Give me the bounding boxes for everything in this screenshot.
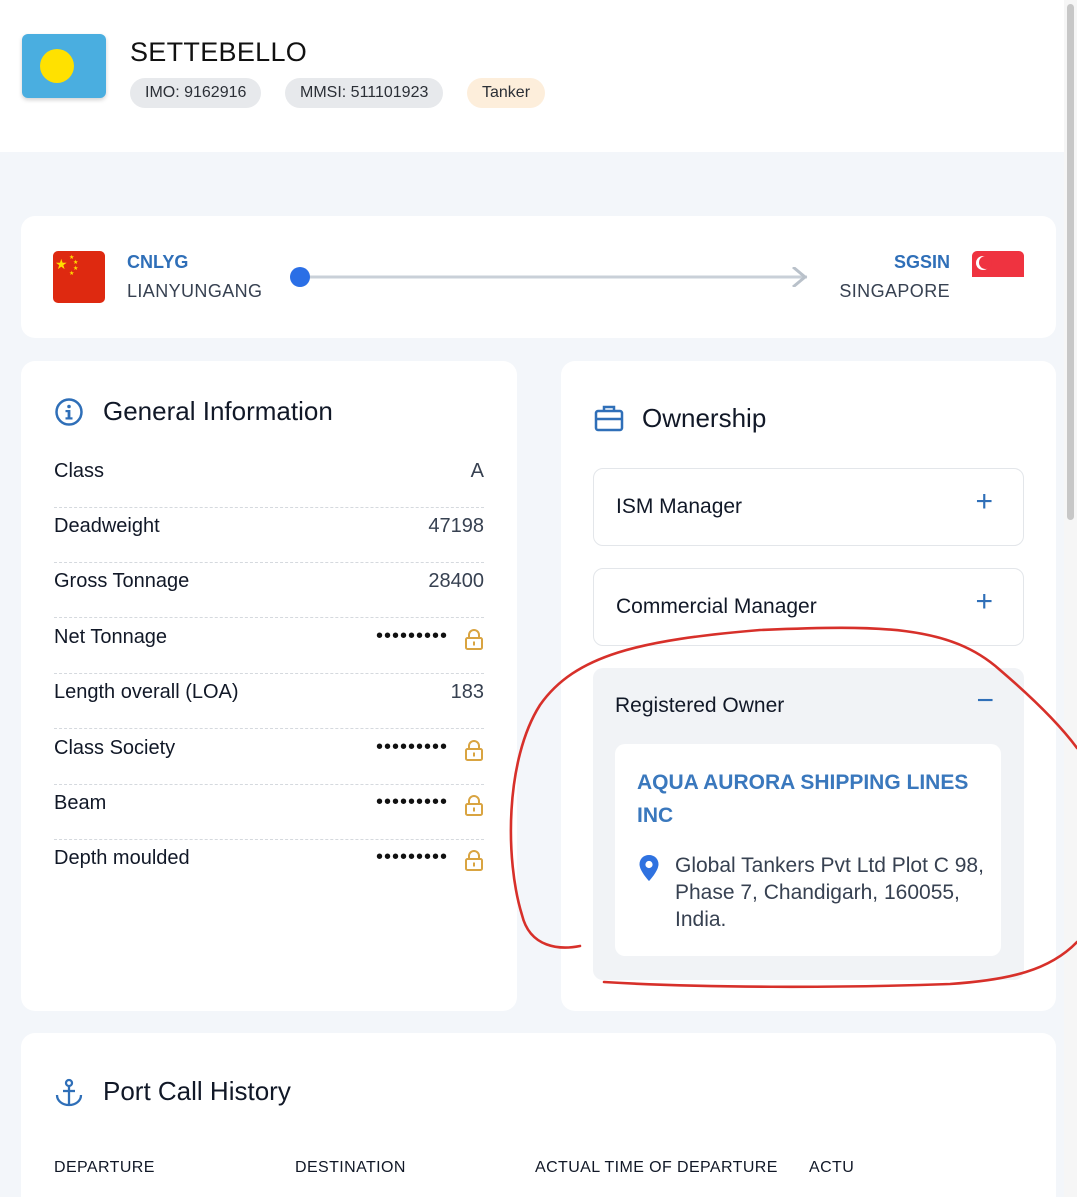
port-call-history-card: Port Call History DEPARTURE DESTINATION … [21,1033,1056,1197]
registered-owner-label: Registered Owner [615,694,785,717]
lock-icon[interactable] [464,628,484,650]
origin-port-code[interactable]: CNLYG [127,252,188,273]
info-label: Length overall (LOA) [54,681,239,703]
column-header-actual-departure[interactable]: ACTUAL TIME OF DEPARTURE [535,1159,778,1177]
info-value: 47198 [428,515,484,537]
general-information-card: General Information Class A Deadweight 4… [21,361,517,1011]
port-call-history-title: Port Call History [103,1076,291,1106]
info-row-deadweight: Deadweight 47198 [54,508,484,563]
info-row-gross-tonnage: Gross Tonnage 28400 [54,563,484,618]
masked-value: ••••••••• [375,736,448,758]
destination-port-name: SINGAPORE [839,281,950,301]
ownership-title: Ownership [642,403,767,433]
info-icon [55,398,83,426]
china-flag-icon: ★ ★ ★ ★ ★ [53,251,105,303]
location-pin-icon [639,855,659,881]
info-value: 183 [450,681,484,703]
masked-value: ••••••••• [375,625,448,647]
ism-manager-accordion[interactable]: ISM Manager + [593,468,1024,546]
info-row-class-society: Class Society ••••••••• [54,730,484,785]
scrollbar[interactable] [1064,0,1077,1197]
column-header-departure[interactable]: DEPARTURE [54,1159,155,1177]
palau-flag-icon [22,34,106,98]
info-label: Depth moulded [54,847,190,869]
anchor-icon [55,1078,83,1107]
lock-icon[interactable] [464,849,484,871]
collapse-minus-icon[interactable]: − [976,684,994,718]
registered-owner-details: AQUA AURORA SHIPPING LINES INC Global Ta… [615,744,1001,956]
imo-badge: IMO: 9162916 [130,78,262,108]
lock-icon[interactable] [464,739,484,761]
info-label: Class [54,460,105,482]
info-value: 28400 [428,570,484,592]
info-row-depth-moulded: Depth moulded ••••••••• [54,840,484,895]
info-row-length-overall: Length overall (LOA) 183 [54,674,484,729]
expand-plus-icon[interactable]: + [975,585,993,619]
info-label: Net Tonnage [54,626,168,648]
singapore-flag-icon [972,251,1024,303]
lock-icon[interactable] [464,794,484,816]
info-row-beam: Beam ••••••••• [54,785,484,840]
registered-owner-accordion[interactable]: Registered Owner − AQUA AURORA SHIPPING … [593,668,1024,980]
vessel-header: SETTEBELLO IMO: 9162916 MMSI: 511101923 … [0,0,1064,152]
route-card: ★ ★ ★ ★ ★ CNLYG LIANYUNGANG SGSIN SINGAP… [21,216,1056,338]
route-progress-line [290,267,808,287]
origin-port-name: LIANYUNGANG [127,281,263,301]
info-label: Beam [54,792,107,814]
commercial-manager-accordion[interactable]: Commercial Manager + [593,568,1024,646]
info-row-class: Class A [54,453,484,508]
info-label: Gross Tonnage [54,570,190,592]
owner-name-link[interactable]: AQUA AURORA SHIPPING LINES INC [637,766,977,832]
ism-manager-label: ISM Manager [616,495,743,518]
briefcase-icon [594,405,624,432]
info-label: Deadweight [54,515,160,537]
commercial-manager-label: Commercial Manager [616,595,817,618]
scrollbar-thumb[interactable] [1067,4,1074,520]
vessel-type-badge: Tanker [467,78,546,108]
info-row-net-tonnage: Net Tonnage ••••••••• [54,619,484,674]
info-label: Class Society [54,737,176,759]
general-information-title: General Information [103,396,333,426]
masked-value: ••••••••• [375,846,448,868]
mmsi-badge: MMSI: 511101923 [285,78,444,108]
column-header-actual-arrival[interactable]: ACTU [809,1159,854,1177]
destination-port-code[interactable]: SGSIN [894,252,950,273]
owner-address: Global Tankers Pvt Ltd Plot C 98, Phase … [675,854,984,931]
column-header-destination[interactable]: DESTINATION [295,1159,406,1177]
expand-plus-icon[interactable]: + [975,485,993,519]
vessel-name: SETTEBELLO [130,37,308,67]
info-value: A [470,460,484,482]
masked-value: ••••••••• [375,791,448,813]
ownership-card: Ownership ISM Manager + Commercial Manag… [561,361,1056,1011]
